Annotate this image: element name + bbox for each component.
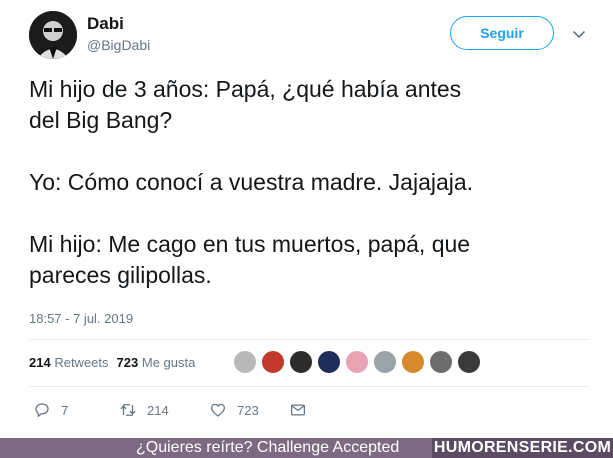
- retweet-count: 214: [147, 402, 169, 418]
- divider: [29, 386, 589, 387]
- avatar-image-icon: [29, 11, 77, 59]
- likes-count: 723: [116, 355, 139, 370]
- tweet-paragraph: Mi hijo de 3 años: Papá, ¿qué había ante…: [29, 76, 462, 133]
- liker-avatar[interactable]: [317, 350, 341, 374]
- retweet-button[interactable]: 214: [119, 401, 209, 419]
- liker-avatar[interactable]: [401, 350, 425, 374]
- user-handle[interactable]: @BigDabi: [87, 37, 150, 53]
- like-count: 723: [237, 402, 259, 418]
- liker-avatar[interactable]: [261, 350, 285, 374]
- reply-count: 7: [61, 402, 69, 418]
- direct-message-button[interactable]: [289, 401, 317, 419]
- liker-avatar[interactable]: [289, 350, 313, 374]
- engagement-stats: 214 Retweets 723 Me gusta: [29, 355, 195, 370]
- envelope-icon: [290, 404, 306, 416]
- avatar[interactable]: [29, 11, 77, 59]
- chevron-down-icon[interactable]: [569, 24, 589, 44]
- retweet-icon: [120, 404, 136, 416]
- liker-avatar[interactable]: [457, 350, 481, 374]
- tweet-paragraph: Yo: Cómo conocí a vuestra madre. Jajajaj…: [29, 169, 474, 195]
- like-button[interactable]: 723: [209, 401, 289, 419]
- banner-text: ¿Quieres reírte? Challenge Accepted: [136, 439, 400, 456]
- follow-button[interactable]: Seguir: [450, 16, 554, 50]
- retweets-stat[interactable]: 214 Retweets: [29, 355, 109, 370]
- heart-icon: [210, 403, 226, 417]
- tweet-actions: 7 214 723: [33, 401, 317, 419]
- reply-icon: [35, 403, 49, 418]
- divider: [29, 339, 589, 340]
- user-name[interactable]: Dabi: [87, 14, 124, 34]
- liker-avatar[interactable]: [429, 350, 453, 374]
- liker-avatar[interactable]: [373, 350, 397, 374]
- reply-button[interactable]: 7: [33, 401, 119, 419]
- retweets-count: 214: [29, 355, 51, 370]
- likers-avatars: [233, 350, 485, 374]
- watermark-banner: ¿Quieres reírte? Challenge Accepted HUMO…: [0, 438, 613, 458]
- tweet-timestamp[interactable]: 18:57 - 7 jul. 2019: [29, 311, 133, 326]
- banner-brand: HUMORENSERIE.COM: [432, 438, 613, 458]
- likes-label: Me gusta: [141, 355, 196, 370]
- tweet-paragraph: Mi hijo: Me cago en tus muertos, papá, q…: [29, 231, 471, 288]
- tweet-card: Dabi @BigDabi Seguir Mi hijo de 3 años: …: [0, 0, 613, 438]
- liker-avatar[interactable]: [345, 350, 369, 374]
- likes-stat[interactable]: 723 Me gusta: [117, 355, 196, 370]
- tweet-text: Mi hijo de 3 años: Papá, ¿qué había ante…: [29, 74, 599, 291]
- retweets-label: Retweets: [54, 355, 109, 370]
- liker-avatar[interactable]: [233, 350, 257, 374]
